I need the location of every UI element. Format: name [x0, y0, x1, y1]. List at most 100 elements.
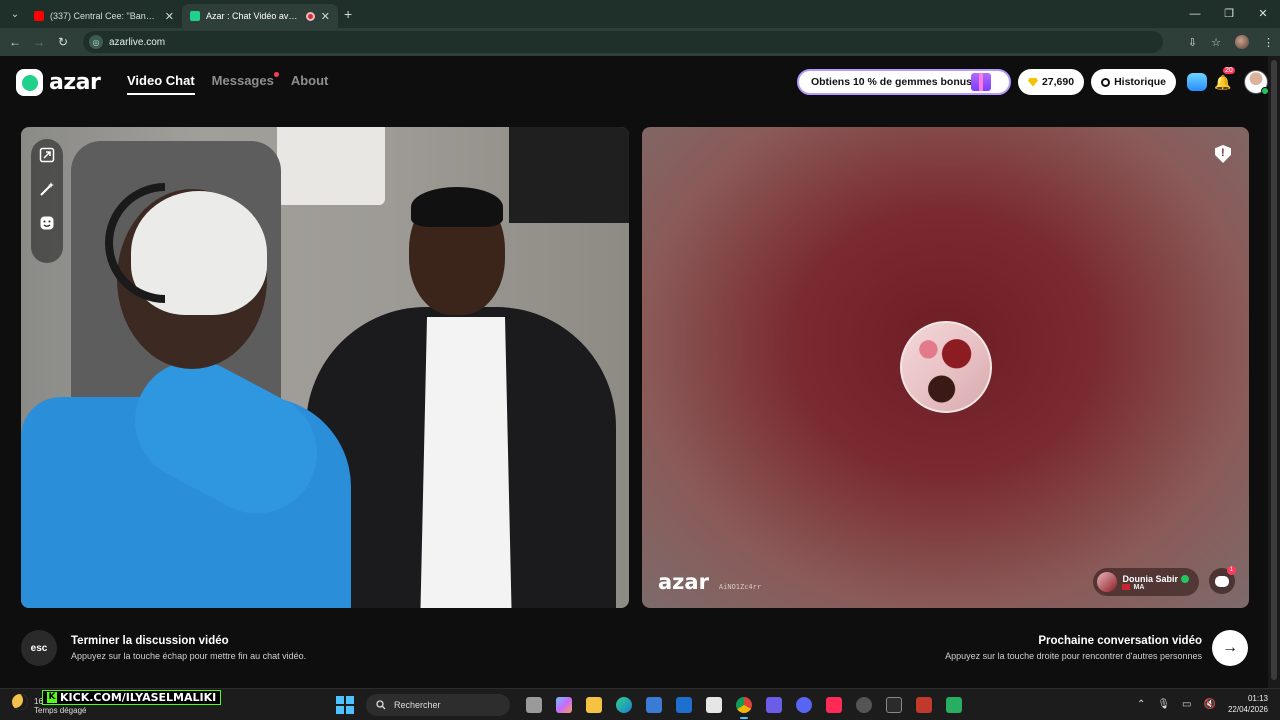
background-shirt — [277, 127, 385, 205]
nav-about[interactable]: About — [291, 73, 329, 95]
app-icon[interactable] — [702, 693, 726, 717]
partner-chat-button[interactable]: 1 — [1209, 566, 1236, 594]
gem-icon — [1027, 77, 1038, 87]
chat-icon[interactable] — [1187, 73, 1207, 91]
windows-taskbar: 16 K KICK.COM/ILYASELMALIKI Temps dégagé… — [0, 688, 1280, 720]
app-header: azar Video Chat Messages About Obtiens 1… — [0, 56, 1269, 108]
back-icon[interactable]: ← — [3, 35, 27, 49]
discord-icon[interactable] — [792, 693, 816, 717]
partner-name: Dounia Sabir — [1122, 573, 1178, 584]
azar-logo[interactable]: azar — [16, 69, 101, 96]
nav-video-chat[interactable]: Video Chat — [127, 73, 195, 95]
partner-info-tag[interactable]: Dounia Sabir MA — [1093, 568, 1199, 596]
recording-icon — [305, 11, 315, 21]
moon-icon — [12, 694, 28, 710]
clock-time: 01:13 — [1247, 694, 1268, 703]
browser-profile-avatar[interactable] — [1235, 35, 1249, 49]
search-placeholder: Rechercher — [394, 700, 441, 710]
taskbar-search[interactable]: Rechercher — [366, 694, 510, 716]
unread-dot — [273, 72, 279, 77]
minimize-icon[interactable]: — — [1178, 0, 1212, 28]
tab-search-chevron-icon[interactable]: ⌄ — [4, 4, 26, 24]
microphone-icon[interactable]: 🎙 — [1157, 699, 1170, 710]
file-explorer-icon[interactable] — [582, 693, 606, 717]
next-chat-subtitle: Appuyez sur la touche droite pour rencon… — [945, 651, 1202, 661]
weather-description: Temps dégagé — [34, 706, 87, 715]
store-icon[interactable] — [642, 693, 666, 717]
display-icon[interactable]: ▭ — [1182, 699, 1191, 710]
background-clothes — [509, 127, 629, 223]
system-tray: ⌃ 🎙 ▭ 🔇 01:13 22/04/2026 — [1137, 693, 1268, 715]
streaming-app-icon[interactable] — [912, 693, 936, 717]
site-info-icon[interactable]: ◎ — [89, 35, 103, 49]
game-controller-icon[interactable] — [762, 693, 786, 717]
promo-label: Obtiens 10 % de gemmes bonus ! — [810, 76, 979, 88]
kick-logo-icon: K — [47, 692, 57, 703]
obs-icon[interactable] — [852, 693, 876, 717]
window-controls: — ❐ ✕ — [1178, 0, 1280, 28]
azar-favicon-icon — [190, 11, 200, 21]
browser-tab-azar[interactable]: Azar : Chat Vidéo avec de n ✕ — [182, 4, 338, 28]
address-bar[interactable]: ◎ azarlive.com — [83, 31, 1163, 53]
install-app-icon[interactable]: ⇩ — [1188, 36, 1197, 49]
end-chat-hint: esc Terminer la discussion vidéo Appuyez… — [21, 630, 306, 666]
browser-menu-icon[interactable]: ⋮ — [1263, 36, 1274, 49]
close-tab-icon[interactable]: ✕ — [321, 10, 330, 23]
esc-button[interactable]: esc — [21, 630, 57, 666]
clock-icon — [1101, 77, 1111, 87]
app-dark-icon[interactable] — [882, 693, 906, 717]
report-shield-icon[interactable] — [1215, 145, 1231, 163]
forward-icon[interactable]: → — [27, 35, 51, 49]
page-scrollbar[interactable] — [1268, 56, 1280, 688]
next-chat-button[interactable]: → — [1212, 630, 1248, 666]
nav-messages-label: Messages — [211, 73, 274, 88]
taskbar-clock[interactable]: 01:13 22/04/2026 — [1228, 693, 1268, 715]
self-video-panel — [21, 127, 629, 608]
browser-tab-youtube[interactable]: (337) Central Cee: "Band4Band" ✕ — [26, 4, 182, 28]
history-label: Historique — [1114, 76, 1166, 88]
outlook-icon[interactable] — [672, 693, 696, 717]
stream-overlay: K KICK.COM/ILYASELMALIKI — [42, 690, 222, 705]
media-player-icon[interactable] — [942, 693, 966, 717]
reload-icon[interactable]: ↻ — [51, 35, 75, 49]
magic-wand-icon[interactable] — [37, 179, 57, 199]
resize-icon[interactable] — [37, 145, 57, 165]
gems-balance-button[interactable]: 27,690 — [1017, 69, 1085, 95]
verified-icon — [1181, 574, 1189, 583]
face-filter-icon[interactable] — [37, 213, 57, 233]
adobe-icon[interactable] — [822, 693, 846, 717]
copilot-icon[interactable] — [552, 693, 576, 717]
gem-bonus-promo-button[interactable]: Obtiens 10 % de gemmes bonus ! — [796, 69, 1011, 95]
user-avatar[interactable] — [1244, 70, 1269, 95]
partner-avatar — [1097, 572, 1118, 592]
partner-country: MA — [1133, 583, 1145, 591]
history-button[interactable]: Historique — [1091, 69, 1176, 95]
show-hidden-icons-icon[interactable]: ⌃ — [1137, 699, 1145, 710]
video-tools — [31, 139, 63, 263]
next-chat-title: Prochaine conversation vidéo — [1038, 635, 1202, 647]
partner-profile-photo — [900, 321, 992, 413]
tab-title: Azar : Chat Vidéo avec de n — [206, 11, 300, 21]
close-window-icon[interactable]: ✕ — [1246, 0, 1280, 28]
tab-title: (337) Central Cee: "Band4Band" — [50, 11, 159, 21]
edge-icon[interactable] — [612, 693, 636, 717]
bookmark-star-icon[interactable]: ☆ — [1211, 36, 1221, 49]
watermark-logo: azar — [658, 570, 709, 594]
restore-icon[interactable]: ❐ — [1212, 0, 1246, 28]
search-icon — [376, 700, 386, 710]
task-view-icon[interactable] — [522, 693, 546, 717]
person-hair — [411, 187, 503, 227]
logo-text: azar — [49, 70, 101, 95]
new-tab-button[interactable]: + — [344, 6, 352, 22]
nav-messages[interactable]: Messages — [211, 72, 279, 95]
notifications-bell-icon[interactable]: 🔔 20 — [1214, 67, 1235, 91]
watermark-id: AiNO1Zc4rr — [718, 583, 762, 591]
mute-icon[interactable]: 🔇 — [1204, 699, 1216, 710]
close-tab-icon[interactable]: ✕ — [165, 10, 174, 23]
youtube-favicon-icon — [34, 11, 44, 21]
gift-icon — [970, 73, 991, 91]
windows-start-icon[interactable] — [336, 696, 354, 714]
end-chat-title: Terminer la discussion vidéo — [71, 635, 229, 647]
chrome-icon[interactable] — [732, 693, 756, 719]
chat-unread-badge: 1 — [1227, 566, 1236, 575]
